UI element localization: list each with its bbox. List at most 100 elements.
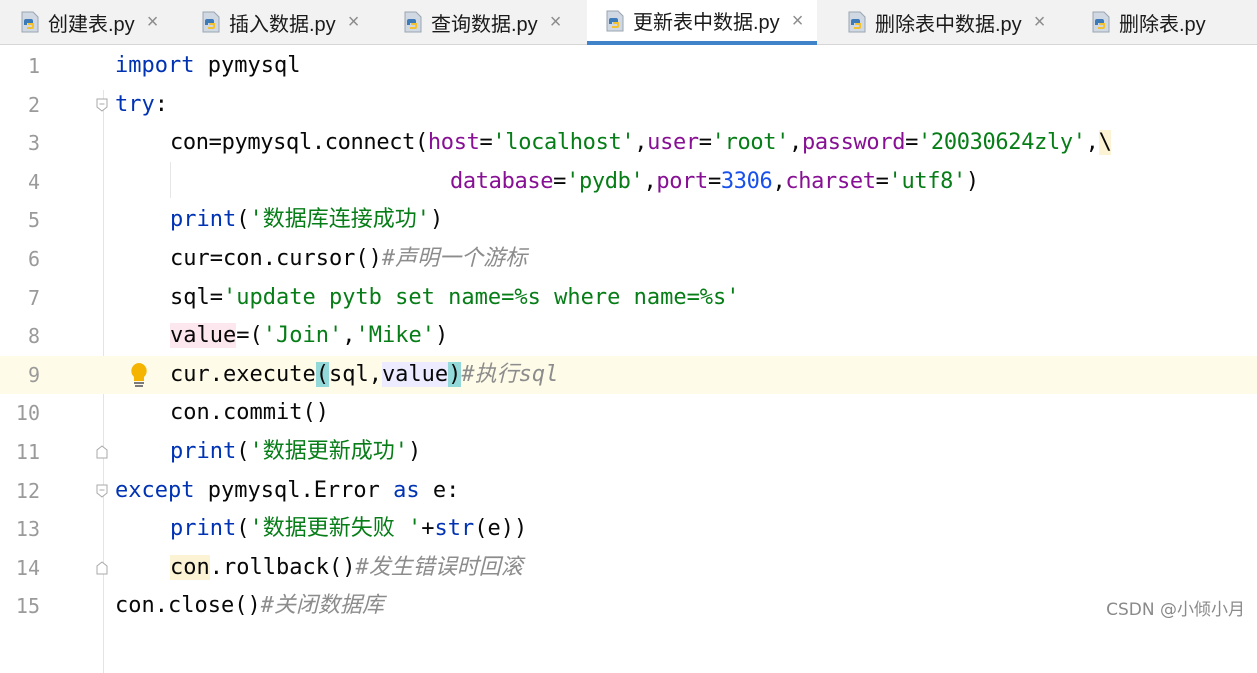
close-icon[interactable]: × (348, 12, 360, 32)
code-string: 'localhost' (492, 130, 635, 156)
tab-insert-data[interactable]: 插入数据.py × (199, 0, 359, 44)
close-icon[interactable]: × (147, 12, 159, 32)
code-token: con=pymysql.connect( (170, 130, 428, 156)
code-variable: con (170, 554, 210, 580)
keyword: print (170, 439, 237, 464)
python-file-icon (606, 10, 624, 31)
code-line[interactable]: 13 print('数据更新失败 '+str(e)) (0, 510, 1257, 549)
code-line[interactable]: 3 con=pymysql.connect(host='localhost',u… (0, 124, 1257, 163)
code-line[interactable]: 15 con.close()#关闭数据库 (0, 587, 1257, 626)
code-text: sql='update pytb set name=%s where name=… (170, 279, 740, 318)
code-token: ( (236, 439, 250, 464)
code-text: con=pymysql.connect(host='localhost',use… (170, 124, 1112, 163)
code-token: pymysql.Error (194, 477, 394, 503)
keyword: print (170, 516, 237, 542)
python-file-icon (848, 11, 866, 33)
code-token: .rollback() (209, 554, 356, 580)
code-token: con.commit() (170, 400, 329, 426)
tab-label: 插入数据.py (229, 13, 336, 36)
code-token: : (154, 91, 168, 117)
code-param: password (801, 130, 906, 156)
code-line[interactable]: 10 con.commit() (0, 394, 1257, 433)
code-variable: value (381, 361, 449, 387)
code-text: print('数据库连接成功') (170, 201, 443, 240)
code-text: print('数据更新失败 '+str(e)) (170, 510, 527, 549)
lightbulb-icon[interactable] (128, 362, 150, 388)
code-line[interactable]: 8 value=('Join','Mike') (0, 317, 1257, 356)
code-param: host (427, 130, 480, 156)
keyword: try (115, 91, 155, 117)
code-line[interactable]: 2 try: (0, 86, 1257, 125)
line-number: 5 (27, 208, 40, 233)
line-number: 15 (15, 594, 40, 619)
code-editor[interactable]: 1 import pymysql 2 try: 3 con=pymysql.co… (0, 45, 1257, 673)
code-line-current[interactable]: 9 cur.execute(sql,value)#执行sql (0, 355, 1257, 395)
fold-collapse-icon[interactable] (96, 98, 108, 112)
code-text: cur.execute(sql,value)#执行sql (170, 356, 558, 395)
tab-label: 删除表.py (1119, 13, 1206, 36)
code-token: , (643, 168, 657, 194)
code-token: = (479, 130, 493, 156)
code-param: database (450, 168, 554, 194)
code-line[interactable]: 12 except pymysql.Error as e: (0, 472, 1257, 511)
code-string: 'Join' (262, 323, 343, 349)
code-string: 'utf8' (888, 168, 967, 194)
tab-delete-data[interactable]: 删除表中数据.py × (845, 0, 1045, 44)
code-string: 'Mike' (355, 323, 435, 349)
code-token: ) (429, 207, 444, 233)
keyword: str (434, 516, 475, 542)
code-comment: #关闭数据库 (260, 593, 384, 619)
code-text: con.rollback()#发生错误时回滚 (170, 549, 523, 588)
close-icon[interactable]: × (792, 11, 804, 31)
bracket-match: ) (448, 361, 462, 387)
code-line[interactable]: 4 database='pydb',port=3306,charset='utf… (0, 163, 1257, 202)
line-continuation: \ (1098, 130, 1112, 156)
fold-end-icon[interactable] (96, 445, 108, 459)
code-token: = (875, 168, 889, 194)
tab-update-data[interactable]: 更新表中数据.py × (587, 0, 818, 45)
line-number: 14 (15, 555, 40, 580)
code-line[interactable]: 6 cur=con.cursor()#声明一个游标 (0, 240, 1257, 279)
code-token: cur.execute (170, 361, 316, 387)
tab-query-data[interactable]: 查询数据.py × (401, 0, 561, 44)
code-text: value=('Join','Mike') (170, 317, 448, 356)
code-line[interactable]: 14 con.rollback()#发生错误时回滚 (0, 549, 1257, 588)
code-token: , (342, 323, 356, 349)
code-token: = (905, 130, 919, 156)
fold-end-icon[interactable] (96, 561, 108, 575)
code-text: database='pydb',port=3306,charset='utf8'… (450, 163, 979, 202)
code-token: sql= (170, 284, 223, 310)
tab-create-table[interactable]: 创建表.py × (18, 0, 158, 44)
tab-drop-table[interactable]: 删除表.py (1089, 0, 1206, 44)
python-file-icon (404, 11, 422, 33)
code-text: cur=con.cursor()#声明一个游标 (170, 240, 527, 279)
line-number: 2 (27, 92, 40, 117)
code-token: = (553, 168, 567, 194)
code-token: (e)) (474, 516, 528, 542)
close-icon[interactable]: × (1034, 12, 1046, 32)
code-line[interactable]: 11 print('数据更新成功') (0, 433, 1257, 472)
line-number: 9 (27, 362, 40, 387)
code-line[interactable]: 5 print('数据库连接成功') (0, 201, 1257, 240)
fold-collapse-icon[interactable] (96, 484, 108, 498)
tab-label: 删除表中数据.py (875, 13, 1022, 36)
close-icon[interactable]: × (550, 12, 562, 32)
code-line[interactable]: 7 sql='update pytb set name=%s where nam… (0, 279, 1257, 318)
line-number: 11 (15, 440, 40, 464)
line-number: 7 (27, 285, 40, 310)
code-token: con.close() (115, 593, 261, 619)
tab-label: 更新表中数据.py (633, 12, 780, 34)
code-text: import pymysql (115, 47, 300, 86)
code-string: 'pydb' (566, 168, 644, 194)
code-param: charset (785, 168, 876, 194)
code-token: ) (965, 168, 979, 194)
line-number: 3 (27, 131, 40, 156)
code-text: except pymysql.Error as e: (115, 472, 459, 511)
code-line[interactable]: 1 import pymysql (0, 47, 1257, 86)
code-comment: #发生错误时回滚 (355, 554, 523, 580)
code-token: , (634, 130, 648, 156)
keyword: except (115, 477, 195, 503)
code-comment: #声明一个游标 (381, 246, 528, 271)
code-string: 'update pytb set name=%s where name=%s' (222, 284, 740, 310)
code-token: = (698, 130, 712, 156)
